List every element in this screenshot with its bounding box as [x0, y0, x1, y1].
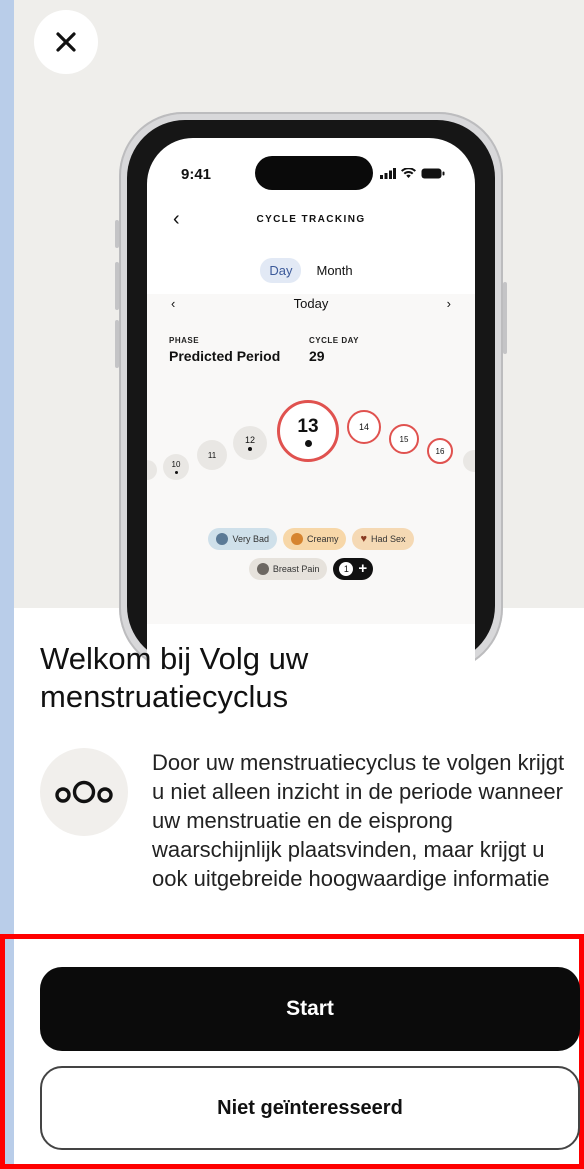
date-label: Today [293, 296, 329, 311]
close-button[interactable] [34, 10, 98, 74]
phase-label: PHASE [169, 336, 200, 345]
phone-side-button [115, 220, 119, 248]
day-bubble-period: 16 [427, 438, 453, 464]
day-number: 10 [171, 460, 181, 469]
heart-icon: ♥ [360, 533, 368, 545]
day-bubble-partial [147, 460, 157, 480]
day-number: 15 [399, 434, 409, 444]
day-bubble-partial [463, 450, 475, 472]
welcome-description: Door uw menstruatiecyclus te volgen krij… [152, 750, 565, 891]
chip-label: Creamy [306, 534, 339, 544]
breast-pain-icon [256, 563, 269, 575]
chip-mood: Very Bad [208, 528, 277, 550]
next-day-icon: › [446, 296, 451, 311]
chip-label: Had Sex [371, 534, 406, 544]
phase-value: Predicted Period [169, 348, 281, 364]
day-bubble: 10 [163, 454, 189, 480]
day-dot [248, 447, 252, 451]
cycle-day-carousel: 10 11 12 13 14 15 16 [147, 400, 475, 520]
segment-month: Month [316, 263, 353, 278]
day-number: 13 [297, 415, 319, 437]
wifi-icon [401, 168, 416, 178]
chip-symptom: Breast Pain [248, 558, 328, 580]
day-dot [174, 471, 178, 474]
cycle-day-label: CYCLE DAY [309, 336, 359, 345]
day-bubble-today: 13 [277, 400, 339, 462]
day-dot [304, 439, 312, 447]
day-number: 12 [244, 435, 255, 445]
day-number: 11 [207, 450, 217, 460]
chip-row: Very Bad Creamy ♥ Had Sex [147, 528, 475, 550]
phone-side-button [115, 320, 119, 368]
day-bubble: 11 [197, 440, 227, 470]
chip-discharge: Creamy [282, 528, 347, 550]
not-interested-button[interactable]: Niet geïnteresseerd [40, 1066, 580, 1150]
close-icon [56, 32, 76, 52]
status-time: 9:41 [181, 166, 212, 183]
phone-side-button [503, 282, 507, 354]
day-bubble: 12 [233, 426, 267, 460]
cycle-logo-icon [55, 780, 113, 804]
welcome-title: Welkom bij Volg uw menstruatiecyclus [40, 641, 309, 714]
day-number: 14 [358, 422, 369, 432]
status-icons [380, 168, 445, 179]
day-month-toggle: Day Month [147, 258, 475, 283]
discharge-icon [290, 533, 303, 545]
day-bubble-period: 14 [347, 410, 381, 444]
start-button[interactable]: Start [40, 967, 580, 1051]
chip-label: Very Bad [232, 534, 269, 544]
day-bubble-period: 15 [389, 424, 419, 454]
symptom-chips: Very Bad Creamy ♥ Had Sex Breast Pain 1 + [147, 528, 475, 588]
more-chips-pill: 1 + [333, 558, 374, 580]
app-logo [40, 748, 128, 836]
chip-row: Breast Pain 1 + [147, 558, 475, 580]
screen-title: CYCLE TRACKING [256, 214, 366, 225]
battery-icon [421, 168, 445, 179]
dynamic-island [255, 156, 373, 190]
chip-label: Breast Pain [272, 564, 320, 574]
plus-icon: + [358, 560, 368, 577]
phone-mockup: 9:41 ‹ CYCLE TRACKING Day Month ‹ Today … [115, 112, 507, 718]
day-number: 16 [435, 446, 445, 456]
signal-icon [380, 168, 396, 179]
phone-screen: 9:41 ‹ CYCLE TRACKING Day Month ‹ Today … [147, 138, 475, 718]
more-count: 1 [339, 562, 354, 576]
phone-side-button [115, 262, 119, 310]
hero-illustration: 9:41 ‹ CYCLE TRACKING Day Month ‹ Today … [14, 0, 584, 718]
chip-activity: ♥ Had Sex [352, 528, 414, 550]
phone-bezel: 9:41 ‹ CYCLE TRACKING Day Month ‹ Today … [127, 120, 495, 718]
cycle-day-value: 29 [309, 348, 325, 364]
date-navigator: ‹ Today › [147, 296, 475, 316]
segment-day: Day [260, 258, 302, 283]
sad-face-icon [216, 533, 229, 545]
